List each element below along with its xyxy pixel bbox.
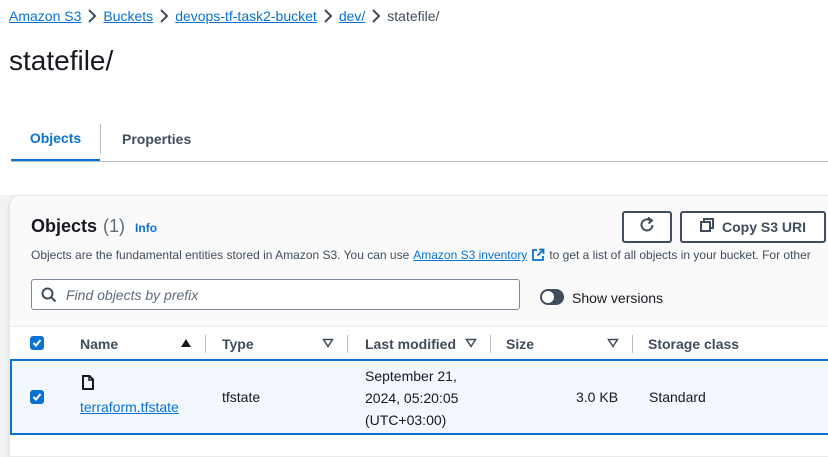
search-input[interactable]	[64, 285, 508, 304]
objects-panel: Objects (1) Info Copy S3 URI Objects are…	[9, 195, 828, 457]
checkbox-checked-icon	[32, 339, 42, 347]
tab-list: Objects Properties	[11, 117, 828, 162]
checkbox-checked-icon	[32, 393, 42, 401]
search-icon	[41, 287, 57, 303]
object-name-link[interactable]: terraform.tfstate	[80, 399, 179, 415]
page-header-area	[0, 0, 828, 195]
column-separator	[490, 335, 491, 353]
copy-icon	[699, 217, 714, 237]
last-modified-timezone: (UTC+03:00)	[365, 412, 447, 428]
breadcrumb-buckets[interactable]: Buckets	[103, 8, 153, 24]
column-header-size[interactable]: Size	[506, 327, 534, 360]
sort-ascending-icon[interactable]	[180, 338, 192, 348]
refresh-icon	[638, 216, 656, 239]
objects-count: (1)	[103, 216, 126, 236]
breadcrumb-bucket[interactable]: devops-tf-task2-bucket	[175, 8, 317, 24]
chevron-right-icon	[81, 9, 103, 23]
sort-icon[interactable]	[465, 338, 477, 348]
last-modified-time: 2024, 05:20:05	[365, 390, 459, 406]
chevron-right-icon	[365, 9, 387, 23]
tab-properties[interactable]: Properties	[101, 117, 191, 161]
column-header-type[interactable]: Type	[222, 327, 254, 360]
breadcrumb-dev-folder[interactable]: dev/	[339, 8, 365, 24]
tab-objects[interactable]: Objects	[11, 117, 100, 161]
breadcrumb-amazon-s3[interactable]: Amazon S3	[9, 8, 81, 24]
s3-inventory-link[interactable]: Amazon S3 inventory	[413, 248, 527, 262]
object-size: 3.0 KB	[576, 389, 619, 405]
external-link-icon[interactable]	[531, 248, 545, 262]
description-prefix: Objects are the fundamental entities sto…	[31, 248, 410, 262]
search-box[interactable]	[31, 279, 520, 310]
copy-s3-uri-label: Copy S3 URI	[721, 219, 806, 235]
sort-icon[interactable]	[322, 338, 334, 348]
table-header: Name Type Last modified Size Storage cla…	[10, 326, 828, 360]
breadcrumb-current: statefile/	[387, 8, 440, 24]
toggle-knob	[542, 291, 554, 303]
objects-panel-header: Objects (1) Info Copy S3 URI Objects are…	[10, 196, 828, 326]
select-all-checkbox[interactable]	[30, 336, 44, 350]
info-link[interactable]: Info	[135, 221, 157, 235]
column-header-storage-class[interactable]: Storage class	[648, 327, 739, 360]
show-versions-toggle[interactable]	[540, 289, 564, 305]
breadcrumb: Amazon S3 Buckets devops-tf-task2-bucket…	[9, 6, 439, 26]
column-separator	[205, 335, 206, 353]
sort-icon[interactable]	[607, 338, 619, 348]
column-separator	[632, 335, 633, 353]
objects-heading: Objects (1) Info	[31, 216, 157, 237]
column-separator	[347, 335, 348, 353]
last-modified-date: September 21,	[365, 368, 457, 384]
chevron-right-icon	[153, 9, 175, 23]
row-checkbox[interactable]	[30, 390, 44, 404]
objects-title: Objects	[31, 216, 98, 236]
page-title: statefile/	[9, 45, 114, 76]
show-versions-label: Show versions	[572, 290, 664, 306]
column-header-name[interactable]: Name	[80, 327, 118, 360]
object-last-modified: September 21, 2024, 05:20:05 (UTC+03:00)	[365, 365, 458, 431]
objects-description: Objects are the fundamental entities sto…	[31, 248, 811, 262]
file-icon	[82, 375, 94, 393]
copy-s3-uri-button[interactable]: Copy S3 URI	[680, 211, 826, 243]
description-suffix: to get a list of all objects in your buc…	[549, 248, 811, 262]
column-header-last-modified[interactable]: Last modified	[365, 327, 456, 360]
refresh-button[interactable]	[622, 211, 672, 243]
chevron-right-icon	[317, 9, 339, 23]
object-storage-class: Standard	[649, 389, 706, 405]
object-type: tfstate	[222, 389, 261, 405]
table-row[interactable]: terraform.tfstate tfstate September 21, …	[10, 359, 828, 435]
